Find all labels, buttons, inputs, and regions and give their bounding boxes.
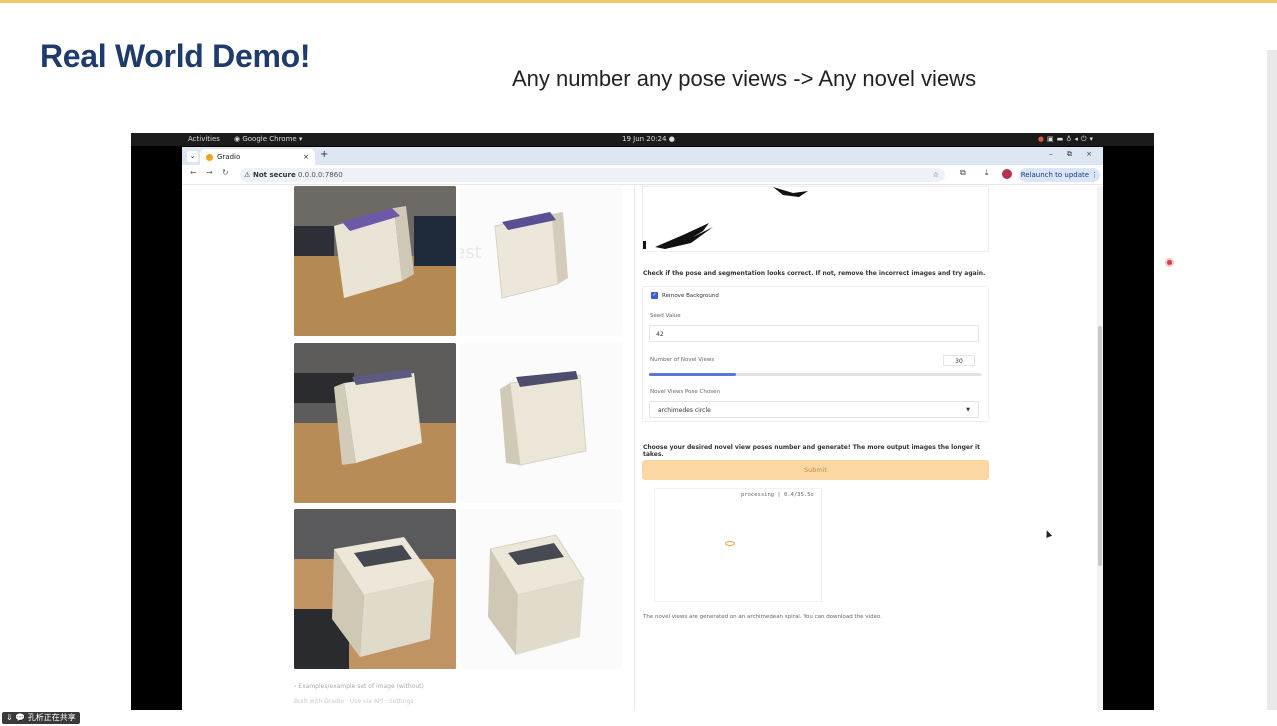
- warning-icon: ⚠: [244, 171, 251, 179]
- input-photo-1[interactable]: [294, 186, 456, 336]
- examples-accordion[interactable]: › Examples/example set of image (without…: [294, 683, 424, 690]
- generation-settings: ✓ Remove Background Seed Value 42 Number…: [642, 286, 989, 422]
- novel-views-number-input[interactable]: 30: [943, 355, 975, 366]
- new-tab-button[interactable]: +: [320, 149, 328, 160]
- window-controls[interactable]: – ⧉ ×: [1049, 150, 1098, 159]
- side-scrollbar[interactable]: [1267, 50, 1277, 710]
- system-top-bar: Activities ◉ Google Chrome ▾ 19 Jun 20:2…: [131, 133, 1154, 146]
- mouse-cursor-icon: [1043, 529, 1053, 538]
- toaster-photo-3: [294, 509, 456, 669]
- gradio-favicon-icon: [206, 154, 213, 161]
- pointer-dot-icon: [1165, 258, 1174, 267]
- camera-pose-plot: [643, 187, 808, 249]
- page-scrollbar[interactable]: [1097, 186, 1103, 710]
- toaster-segmented-1: Nvest: [460, 212, 568, 299]
- toaster-photo-2: [294, 343, 456, 503]
- pose-dropdown[interactable]: archimedes circle ▼: [649, 401, 979, 418]
- record-icon: ●: [1037, 135, 1048, 143]
- pose-dropdown-value: archimedes circle: [658, 407, 711, 414]
- pose-preview-image[interactable]: [642, 186, 989, 252]
- novel-views-label: Number of Novel Views: [650, 357, 715, 363]
- input-photo-2[interactable]: [294, 343, 456, 503]
- tab-search-icon[interactable]: ⌄: [187, 151, 198, 162]
- chevron-down-icon: ▼: [966, 407, 970, 413]
- back-icon[interactable]: ←: [190, 168, 197, 177]
- svg-text:Nvest: Nvest: [460, 242, 482, 263]
- remove-background-checkbox[interactable]: ✓: [651, 292, 658, 299]
- novel-views-slider[interactable]: [649, 373, 982, 376]
- seed-label: Seed Value: [650, 313, 681, 319]
- url-text[interactable]: 0.0.0.0:7860: [298, 168, 343, 182]
- browser-toolbar: ← → ↻ ⚠ Not secure 0.0.0.0:7860 ☆ ⧉ ⤓ Re…: [182, 165, 1103, 185]
- activities-button[interactable]: Activities: [188, 133, 220, 146]
- tab-strip: ⌄ Gradio × + – ⧉ ×: [182, 147, 1103, 165]
- gradio-page: Nvest: [182, 186, 1103, 710]
- segmented-view-2[interactable]: [460, 343, 622, 503]
- input-photo-3[interactable]: [294, 509, 456, 669]
- pose-check-note: Check if the pose and segmentation looks…: [643, 270, 986, 277]
- remove-background-label: Remove Background: [662, 293, 719, 299]
- bookmark-star-icon[interactable]: ☆: [933, 168, 939, 182]
- generate-note: Choose your desired novel view poses num…: [643, 444, 980, 458]
- relaunch-button[interactable]: Relaunch to update ⋮: [1019, 168, 1100, 182]
- slide-title: Real World Demo!: [40, 38, 311, 74]
- security-label[interactable]: Not secure: [253, 168, 296, 182]
- profile-avatar[interactable]: [1002, 169, 1012, 179]
- toaster-photo-1: [294, 186, 456, 336]
- chevron-down-icon: ▾: [1089, 135, 1096, 143]
- toaster-segmented-3: [488, 534, 585, 655]
- output-video[interactable]: processing | 0.4/35.5s: [654, 488, 822, 602]
- segmented-view-1[interactable]: Nvest: [460, 186, 622, 336]
- app-menu[interactable]: ◉ Google Chrome ▾: [234, 133, 302, 146]
- gradio-footer: Built with Gradio · Use via API · Settin…: [294, 698, 414, 705]
- seed-input[interactable]: 42: [649, 325, 979, 342]
- output-note: The novel views are generated on an arch…: [643, 614, 882, 620]
- segmented-view-3[interactable]: [460, 509, 622, 669]
- system-tray[interactable]: ●▣▬♁◂⏻▾: [1038, 133, 1096, 146]
- processing-status: processing | 0.4/35.5s: [741, 492, 814, 498]
- tab-close-icon[interactable]: ×: [303, 149, 309, 165]
- camera-icon: ▣: [1047, 135, 1057, 143]
- panel-divider: [634, 186, 635, 710]
- pose-label: Novel Views Pose Chosen: [650, 389, 720, 395]
- novel-views-slider-fill: [649, 373, 736, 376]
- input-gallery: Nvest: [290, 186, 634, 710]
- page-scroll-thumb[interactable]: [1098, 326, 1102, 566]
- extensions-icon[interactable]: ⧉: [960, 168, 966, 178]
- screen-recording: Activities ◉ Google Chrome ▾ 19 Jun 20:2…: [131, 133, 1154, 710]
- top-accent-stripe: [0, 0, 1277, 3]
- slide-subtitle: Any number any pose views -> Any novel v…: [512, 66, 977, 91]
- toaster-segmented-2: [500, 371, 587, 466]
- screen-icon: ▬: [1056, 135, 1067, 143]
- download-icon[interactable]: ⤓: [985, 168, 989, 178]
- submit-button[interactable]: Submit: [642, 460, 989, 480]
- address-bar[interactable]: ⚠ Not secure 0.0.0.0:7860 ☆: [240, 168, 945, 182]
- loading-spinner-icon: [725, 541, 735, 546]
- tab-title: Gradio: [217, 153, 241, 161]
- settings-panel: Check if the pose and segmentation looks…: [642, 186, 989, 710]
- slide: Real World Demo! Any number any pose vie…: [0, 0, 1277, 726]
- reload-icon[interactable]: ↻: [222, 168, 229, 177]
- forward-icon[interactable]: →: [206, 168, 213, 177]
- clock[interactable]: 19 Jun 20:24 ●: [622, 133, 675, 146]
- tab-gradio[interactable]: Gradio ×: [200, 149, 315, 165]
- screen-share-badge[interactable]: ⇓ 💬 孔析正在共享: [2, 712, 80, 724]
- chrome-window: ⌄ Gradio × + – ⧉ × ← → ↻ ⚠ Not secure 0.…: [182, 147, 1103, 710]
